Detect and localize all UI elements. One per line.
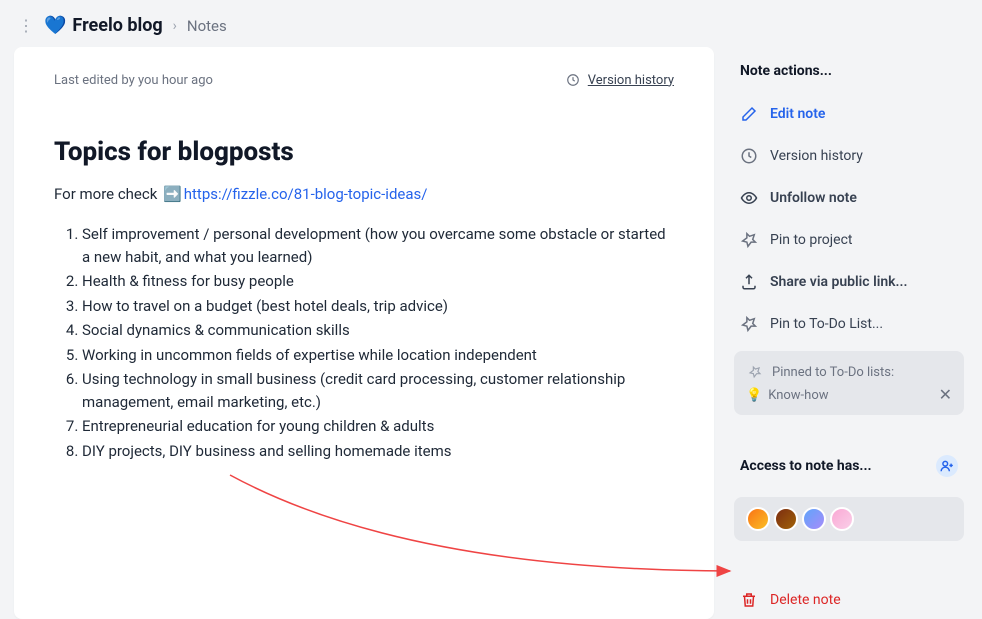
pinned-box: Pinned to To-Do lists: 💡 Know-how ✕ bbox=[734, 351, 964, 415]
avatar[interactable] bbox=[746, 507, 770, 531]
note-actions-title: Note actions... bbox=[734, 47, 964, 91]
note-intro: For more check ➡️https://fizzle.co/81-bl… bbox=[54, 185, 674, 203]
pin-icon bbox=[740, 231, 758, 249]
pin-to-todo-label: Pin to To-Do List... bbox=[770, 316, 883, 332]
bulb-emoji: 💡 bbox=[746, 388, 762, 403]
note-card: Last edited by you hour ago Version hist… bbox=[14, 47, 714, 619]
list-item: Using technology in small business (cred… bbox=[82, 368, 674, 413]
sidebar: Note actions... Edit note Version histor… bbox=[734, 47, 964, 619]
clock-icon bbox=[564, 71, 582, 89]
pinned-item[interactable]: 💡 Know-how bbox=[746, 388, 829, 403]
topics-list: Self improvement / personal development … bbox=[54, 223, 674, 462]
pencil-icon bbox=[740, 105, 758, 123]
access-title: Access to note has... bbox=[740, 458, 872, 474]
breadcrumb-notes[interactable]: Notes bbox=[187, 17, 227, 35]
pin-to-todo-action[interactable]: Pin to To-Do List... bbox=[734, 305, 964, 343]
list-item: Social dynamics & communication skills bbox=[82, 319, 674, 342]
note-title: Topics for blogposts bbox=[54, 137, 674, 167]
share-icon bbox=[740, 273, 758, 291]
pin-to-project-action[interactable]: Pin to project bbox=[734, 221, 964, 259]
pin-icon bbox=[746, 363, 764, 381]
list-item: How to travel on a budget (best hotel de… bbox=[82, 295, 674, 318]
share-public-label: Share via public link... bbox=[770, 274, 907, 290]
delete-note-label: Delete note bbox=[770, 592, 841, 608]
version-history-label: Version history bbox=[588, 73, 674, 88]
list-item: Self improvement / personal development … bbox=[82, 223, 674, 268]
last-edited-text: Last edited by you hour ago bbox=[54, 73, 213, 88]
version-history-action[interactable]: Version history bbox=[734, 137, 964, 175]
avatar[interactable] bbox=[774, 507, 798, 531]
avatar[interactable] bbox=[802, 507, 826, 531]
pin-to-project-label: Pin to project bbox=[770, 232, 852, 248]
edit-note-label: Edit note bbox=[770, 106, 825, 122]
external-link[interactable]: https://fizzle.co/81-blog-topic-ideas/ bbox=[184, 185, 428, 203]
trash-icon bbox=[740, 591, 758, 609]
pinned-item-name: Know-how bbox=[768, 388, 828, 403]
avatar[interactable] bbox=[830, 507, 854, 531]
avatars-box bbox=[734, 497, 964, 541]
clock-icon bbox=[740, 147, 758, 165]
access-title-row: Access to note has... bbox=[734, 439, 964, 489]
delete-note-action[interactable]: Delete note bbox=[734, 581, 964, 619]
add-user-button[interactable] bbox=[936, 455, 958, 477]
kebab-menu-icon[interactable]: ⋮ bbox=[14, 14, 38, 37]
close-icon[interactable]: ✕ bbox=[939, 387, 952, 403]
unfollow-note-label: Unfollow note bbox=[770, 190, 857, 206]
share-public-action[interactable]: Share via public link... bbox=[734, 263, 964, 301]
version-history-link[interactable]: Version history bbox=[564, 71, 674, 89]
list-item: DIY projects, DIY business and selling h… bbox=[82, 440, 674, 463]
unfollow-note-action[interactable]: Unfollow note bbox=[734, 179, 964, 217]
breadcrumb: ⋮ 💙 Freelo blog › Notes bbox=[0, 0, 982, 47]
arrow-emoji: ➡️ bbox=[163, 185, 182, 203]
pinned-label: Pinned to To-Do lists: bbox=[772, 365, 894, 380]
pin-icon bbox=[740, 315, 758, 333]
eye-icon bbox=[740, 189, 758, 207]
version-history-label: Version history bbox=[770, 148, 863, 164]
list-item: Entrepreneurial education for young chil… bbox=[82, 415, 674, 438]
project-title[interactable]: Freelo blog bbox=[72, 15, 162, 36]
list-item: Health & fitness for busy people bbox=[82, 270, 674, 293]
edit-note-action[interactable]: Edit note bbox=[734, 95, 964, 133]
list-item: Working in uncommon fields of expertise … bbox=[82, 344, 674, 367]
breadcrumb-separator: › bbox=[173, 18, 177, 34]
project-emoji: 💙 bbox=[44, 15, 66, 36]
